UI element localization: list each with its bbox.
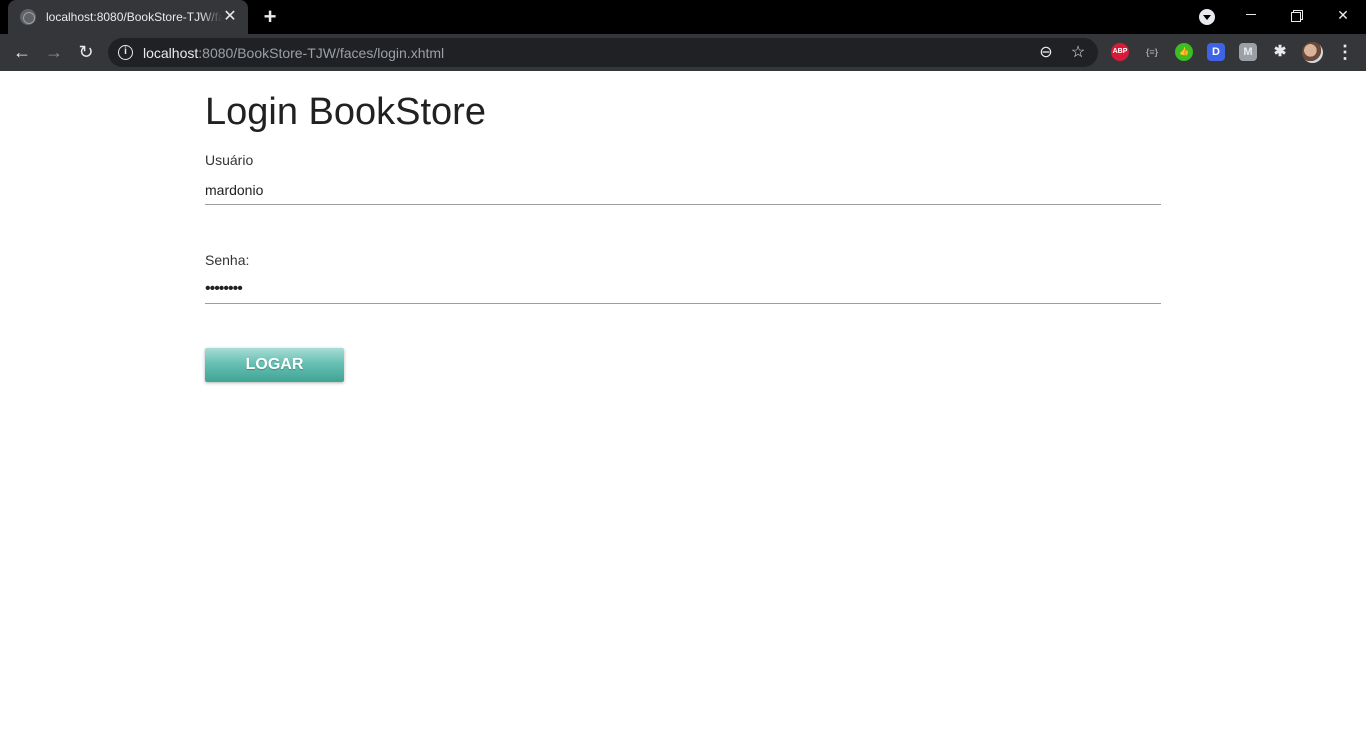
tab-search-icon[interactable] (1199, 9, 1215, 25)
close-tab-icon[interactable]: ✕ (222, 9, 238, 25)
json-extension-icon[interactable]: {≡} (1143, 43, 1161, 61)
reload-button[interactable]: ↻ (74, 40, 98, 64)
globe-icon (20, 9, 36, 25)
minimize-button[interactable] (1228, 0, 1274, 30)
password-label: Senha: (205, 252, 250, 268)
address-bar[interactable]: i localhost:8080/BookStore-TJW/faces/log… (108, 38, 1098, 67)
back-button[interactable]: ← (10, 40, 34, 64)
url-path: :8080/BookStore-TJW/faces/login.xhtml (198, 44, 445, 61)
page-content: Login BookStore Usuário Senha: LOGAR (0, 71, 1366, 738)
zoom-icon[interactable]: ⊖ (1037, 44, 1055, 62)
username-label: Usuário (205, 152, 254, 168)
tab-strip: localhost:8080/BookStore-TJW/faces/login… (0, 0, 1366, 34)
thumbs-up-extension-icon[interactable]: 👍 (1175, 43, 1193, 61)
d-extension-icon[interactable]: D (1207, 43, 1225, 61)
adblock-extension-icon[interactable]: ABP (1111, 43, 1129, 61)
url-text[interactable]: localhost:8080/BookStore-TJW/faces/login… (143, 45, 444, 61)
forward-button[interactable]: → (42, 40, 66, 64)
new-tab-button[interactable]: + (259, 6, 281, 28)
m-extension-icon[interactable]: M (1239, 43, 1257, 61)
close-window-button[interactable]: ✕ (1320, 0, 1366, 30)
login-button[interactable]: LOGAR (205, 348, 344, 382)
url-host: localhost (143, 44, 199, 61)
username-input[interactable] (205, 175, 1161, 205)
profile-avatar[interactable] (1302, 42, 1323, 63)
browser-toolbar: ← → ↻ i localhost:8080/BookStore-TJW/fac… (0, 34, 1366, 71)
extensions-puzzle-icon[interactable]: ✱ (1271, 43, 1289, 61)
restore-button[interactable] (1274, 0, 1320, 30)
page-title: Login BookStore (205, 91, 486, 133)
password-input[interactable] (205, 274, 1161, 304)
browser-tab[interactable]: localhost:8080/BookStore-TJW/faces/login… (8, 0, 248, 34)
tab-title: localhost:8080/BookStore-TJW/faces/login… (46, 10, 222, 24)
bookmark-star-icon[interactable]: ☆ (1069, 44, 1087, 62)
info-icon[interactable]: i (118, 45, 133, 60)
browser-menu-icon[interactable]: ⋮ (1336, 42, 1354, 62)
